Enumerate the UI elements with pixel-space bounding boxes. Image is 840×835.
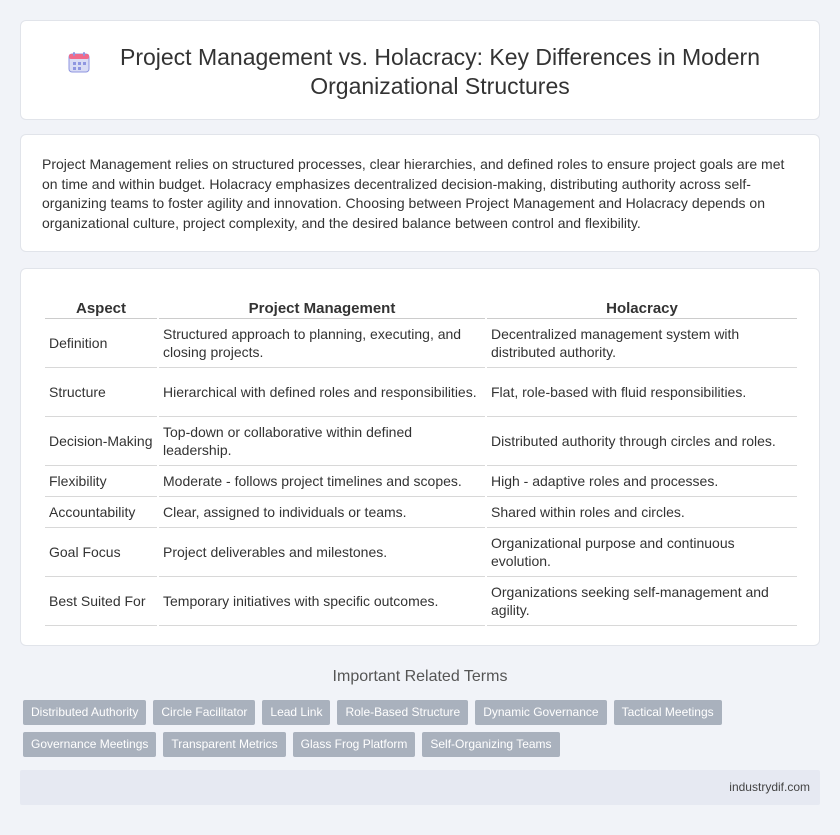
table-row: Flexibility Moderate - follows project t… bbox=[45, 466, 797, 497]
header-project-management: Project Management bbox=[159, 295, 485, 319]
footer-site-link[interactable]: industrydif.com bbox=[729, 780, 810, 794]
cell-project-management: Temporary initiatives with specific outc… bbox=[159, 577, 485, 626]
header-aspect: Aspect bbox=[45, 295, 157, 319]
cell-holacracy: High - adaptive roles and processes. bbox=[487, 466, 797, 497]
tag-dynamic-governance[interactable]: Dynamic Governance bbox=[475, 700, 607, 725]
footer: industrydif.com bbox=[20, 770, 820, 805]
cell-holacracy: Organizational purpose and continuous ev… bbox=[487, 528, 797, 577]
cell-aspect: Decision-Making bbox=[45, 417, 157, 466]
table-row: Decision-Making Top-down or collaborativ… bbox=[45, 417, 797, 466]
table-row: Structure Hierarchical with defined role… bbox=[45, 368, 797, 417]
table-header-row: Aspect Project Management Holacracy bbox=[45, 295, 797, 319]
tag-transparent-metrics[interactable]: Transparent Metrics bbox=[163, 732, 286, 757]
table-row: Best Suited For Temporary initiatives wi… bbox=[45, 577, 797, 626]
intro-paragraph: Project Management relies on structured … bbox=[42, 156, 785, 231]
cell-aspect: Flexibility bbox=[45, 466, 157, 497]
header-holacracy: Holacracy bbox=[487, 295, 797, 319]
cell-aspect: Best Suited For bbox=[45, 577, 157, 626]
cell-holacracy: Organizations seeking self-management an… bbox=[487, 577, 797, 626]
comparison-card: Aspect Project Management Holacracy Defi… bbox=[20, 268, 820, 646]
tag-circle-facilitator[interactable]: Circle Facilitator bbox=[153, 700, 256, 725]
tag-lead-link[interactable]: Lead Link bbox=[262, 700, 331, 725]
table-row: Definition Structured approach to planni… bbox=[45, 319, 797, 368]
table-row: Goal Focus Project deliverables and mile… bbox=[45, 528, 797, 577]
tag-governance-meetings[interactable]: Governance Meetings bbox=[23, 732, 157, 757]
related-terms-title: Important Related Terms bbox=[332, 668, 508, 685]
cell-project-management: Clear, assigned to individuals or teams. bbox=[159, 497, 485, 528]
cell-aspect: Definition bbox=[45, 319, 157, 368]
cell-holacracy: Flat, role-based with fluid responsibili… bbox=[487, 368, 797, 417]
tag-self-organizing-teams[interactable]: Self-Organizing Teams bbox=[422, 732, 560, 757]
cell-aspect: Goal Focus bbox=[45, 528, 157, 577]
table-row: Accountability Clear, assigned to indivi… bbox=[45, 497, 797, 528]
cell-aspect: Accountability bbox=[45, 497, 157, 528]
intro-card: Project Management relies on structured … bbox=[20, 134, 820, 252]
tag-tactical-meetings[interactable]: Tactical Meetings bbox=[613, 700, 722, 725]
tag-glass-frog-platform[interactable]: Glass Frog Platform bbox=[292, 732, 416, 757]
cell-project-management: Moderate - follows project timelines and… bbox=[159, 466, 485, 497]
title-card: Project Management vs. Holacracy: Key Di… bbox=[20, 20, 820, 120]
related-terms-list: Distributed Authority Circle Facilitator… bbox=[23, 700, 823, 764]
cell-project-management: Top-down or collaborative within defined… bbox=[159, 417, 485, 466]
cell-holacracy: Decentralized management system with dis… bbox=[487, 319, 797, 368]
comparison-table: Aspect Project Management Holacracy Defi… bbox=[43, 295, 799, 626]
page-title: Project Management vs. Holacracy: Key Di… bbox=[119, 44, 761, 99]
cell-aspect: Structure bbox=[45, 368, 157, 417]
tag-distributed-authority[interactable]: Distributed Authority bbox=[23, 700, 147, 725]
cell-holacracy: Shared within roles and circles. bbox=[487, 497, 797, 528]
cell-project-management: Hierarchical with defined roles and resp… bbox=[159, 368, 485, 417]
cell-holacracy: Distributed authority through circles an… bbox=[487, 417, 797, 466]
cell-project-management: Structured approach to planning, executi… bbox=[159, 319, 485, 368]
cell-project-management: Project deliverables and milestones. bbox=[159, 528, 485, 577]
tag-role-based-structure[interactable]: Role-Based Structure bbox=[337, 700, 469, 725]
